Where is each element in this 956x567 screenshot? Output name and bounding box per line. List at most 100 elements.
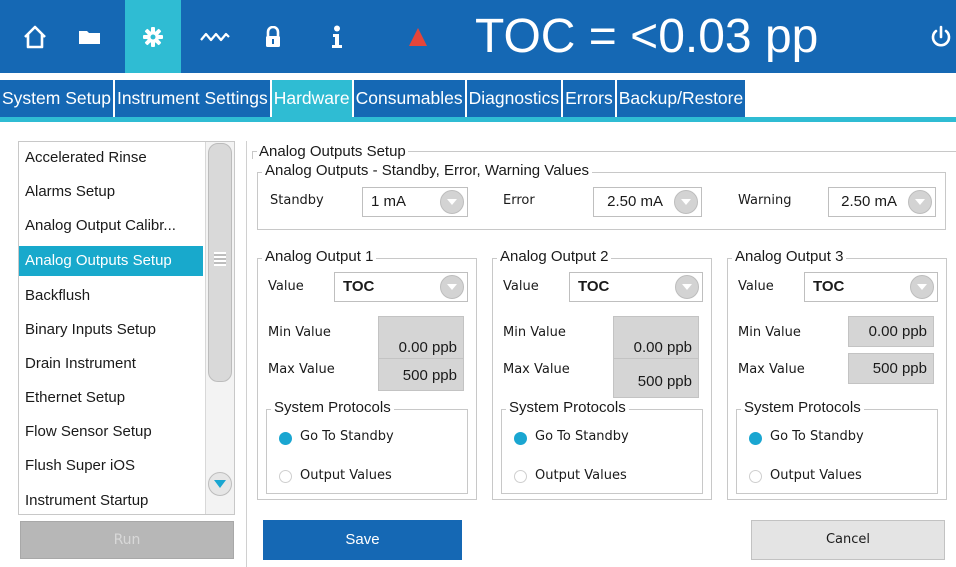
chevron-down-icon bbox=[214, 480, 226, 488]
output-3-standby-label: Go To Standby bbox=[770, 429, 864, 444]
standby-value: 1 mA bbox=[371, 193, 407, 210]
fault-values-group: Analog Outputs - Standby, Error, Warning… bbox=[257, 162, 946, 230]
output-2-protocols-group: System Protocols Go To Standby Output Va… bbox=[501, 399, 703, 494]
info-button[interactable] bbox=[322, 0, 352, 73]
tab-system-setup[interactable]: System Setup bbox=[0, 80, 113, 117]
setup-title: Analog Outputs Setup bbox=[257, 143, 408, 160]
output-2-max-label: Max Value bbox=[503, 362, 570, 377]
warning-icon bbox=[409, 27, 427, 46]
output-3-max-field[interactable]: 500 ppb bbox=[848, 353, 934, 384]
menu-item-analog-outputs-setup[interactable]: Analog Outputs Setup bbox=[19, 246, 203, 276]
alarm-button[interactable] bbox=[400, 0, 436, 73]
lock-button[interactable] bbox=[256, 0, 290, 73]
output-2-value-select[interactable]: TOC bbox=[569, 272, 703, 302]
scrollbar-thumb[interactable] bbox=[208, 143, 232, 382]
settings-button[interactable] bbox=[125, 0, 181, 73]
tab-underline bbox=[0, 117, 956, 122]
menu-item-accelerated-rinse[interactable]: Accelerated Rinse bbox=[19, 143, 203, 173]
tab-consumables[interactable]: Consumables bbox=[353, 80, 465, 117]
folder-button[interactable] bbox=[70, 0, 110, 73]
output-1-max-label: Max Value bbox=[268, 362, 335, 377]
output-2-protocols-legend: System Protocols bbox=[506, 399, 629, 416]
chevron-down-icon bbox=[682, 284, 692, 290]
scroll-down-button[interactable] bbox=[208, 472, 232, 496]
analog-output-3-legend: Analog Output 3 bbox=[732, 248, 847, 265]
output-3-min-label: Min Value bbox=[738, 325, 801, 340]
menu-item-binary-inputs-setup[interactable]: Binary Inputs Setup bbox=[19, 315, 203, 345]
output-2-output-values-radio[interactable] bbox=[514, 470, 527, 483]
output-2-standby-radio[interactable] bbox=[514, 432, 527, 445]
menu-item-drain-instrument[interactable]: Drain Instrument bbox=[19, 349, 203, 379]
output-1-value: TOC bbox=[343, 278, 375, 295]
output-2-dropdown-button[interactable] bbox=[675, 275, 699, 299]
error-dropdown-button[interactable] bbox=[674, 190, 698, 214]
analog-output-1-legend: Analog Output 1 bbox=[262, 248, 377, 265]
tab-backup-restore[interactable]: Backup/Restore bbox=[616, 80, 746, 117]
folder-icon bbox=[79, 30, 100, 44]
output-1-value-label: Value bbox=[268, 279, 304, 294]
analog-output-3-group: Analog Output 3 Value TOC Min Value 0.00… bbox=[727, 248, 947, 500]
output-2-standby-label: Go To Standby bbox=[535, 429, 629, 444]
menu-item-flush-super-ios[interactable]: Flush Super iOS bbox=[19, 451, 203, 481]
power-button[interactable] bbox=[925, 0, 956, 73]
menu-item-ethernet-setup[interactable]: Ethernet Setup bbox=[19, 383, 203, 413]
warning-select[interactable]: 2.50 mA bbox=[828, 187, 936, 217]
gear-icon bbox=[143, 26, 163, 47]
info-icon bbox=[332, 25, 342, 48]
output-3-dropdown-button[interactable] bbox=[910, 275, 934, 299]
menu-item-instrument-startup[interactable]: Instrument Startup bbox=[19, 486, 203, 514]
standby-select[interactable]: 1 mA bbox=[362, 187, 468, 217]
analog-output-2-legend: Analog Output 2 bbox=[497, 248, 612, 265]
menu-item-flow-sensor-setup[interactable]: Flow Sensor Setup bbox=[19, 417, 203, 447]
tab-strip: System Setup Instrument Settings Hardwar… bbox=[0, 80, 747, 117]
output-1-dropdown-button[interactable] bbox=[440, 275, 464, 299]
output-2-min-field[interactable]: 0.00 ppb bbox=[613, 316, 699, 364]
output-3-value-select[interactable]: TOC bbox=[804, 272, 938, 302]
menu-item-analog-output-calibration[interactable]: Analog Output Calibr... bbox=[19, 211, 203, 241]
warning-label: Warning bbox=[738, 193, 792, 208]
tab-diagnostics[interactable]: Diagnostics bbox=[466, 80, 562, 117]
output-3-output-values-radio[interactable] bbox=[749, 470, 762, 483]
chevron-down-icon bbox=[915, 199, 925, 205]
output-3-value: TOC bbox=[813, 278, 845, 295]
chevron-down-icon bbox=[447, 199, 457, 205]
output-3-min-field[interactable]: 0.00 ppb bbox=[848, 316, 934, 347]
save-button[interactable]: Save bbox=[263, 520, 462, 560]
error-select[interactable]: 2.50 mA bbox=[593, 187, 702, 217]
menu-scrollbar[interactable] bbox=[205, 142, 234, 514]
chevron-down-icon bbox=[447, 284, 457, 290]
trend-button[interactable] bbox=[190, 0, 240, 73]
error-value: 2.50 mA bbox=[607, 193, 663, 210]
output-2-max-field[interactable]: 500 ppb bbox=[613, 358, 699, 398]
warning-dropdown-button[interactable] bbox=[908, 190, 932, 214]
tab-hardware[interactable]: Hardware bbox=[271, 80, 352, 117]
tab-instrument-settings[interactable]: Instrument Settings bbox=[114, 80, 270, 117]
toc-readout: TOC = <0.03 pp bbox=[475, 10, 819, 63]
standby-dropdown-button[interactable] bbox=[440, 190, 464, 214]
chevron-down-icon bbox=[681, 199, 691, 205]
menu-item-alarms-setup[interactable]: Alarms Setup bbox=[19, 177, 203, 207]
output-1-min-field[interactable]: 0.00 ppb bbox=[378, 316, 464, 364]
output-1-output-values-label: Output Values bbox=[300, 468, 392, 483]
tab-errors[interactable]: Errors bbox=[563, 80, 615, 117]
output-1-output-values-radio[interactable] bbox=[279, 470, 292, 483]
output-3-standby-radio[interactable] bbox=[749, 432, 762, 445]
cancel-button[interactable]: Cancel bbox=[751, 520, 945, 560]
output-3-protocols-group: System Protocols Go To Standby Output Va… bbox=[736, 399, 938, 494]
output-1-standby-label: Go To Standby bbox=[300, 429, 394, 444]
output-3-value-label: Value bbox=[738, 279, 774, 294]
output-3-protocols-legend: System Protocols bbox=[741, 399, 864, 416]
menu-item-backflush[interactable]: Backflush bbox=[19, 281, 203, 311]
output-1-value-select[interactable]: TOC bbox=[334, 272, 468, 302]
setup-frame-left bbox=[252, 151, 253, 159]
home-button[interactable] bbox=[14, 0, 56, 73]
output-2-value-label: Value bbox=[503, 279, 539, 294]
hardware-menu-list: Accelerated Rinse Alarms Setup Analog Ou… bbox=[18, 141, 235, 515]
run-button[interactable]: Run bbox=[20, 521, 234, 559]
fault-values-legend: Analog Outputs - Standby, Error, Warning… bbox=[262, 162, 593, 179]
analog-output-2-group: Analog Output 2 Value TOC Min Value 0.00… bbox=[492, 248, 712, 500]
output-1-standby-radio[interactable] bbox=[279, 432, 292, 445]
output-1-max-field[interactable]: 500 ppb bbox=[378, 358, 464, 391]
power-icon bbox=[931, 25, 950, 46]
output-1-protocols-group: System Protocols Go To Standby Output Va… bbox=[266, 399, 468, 494]
